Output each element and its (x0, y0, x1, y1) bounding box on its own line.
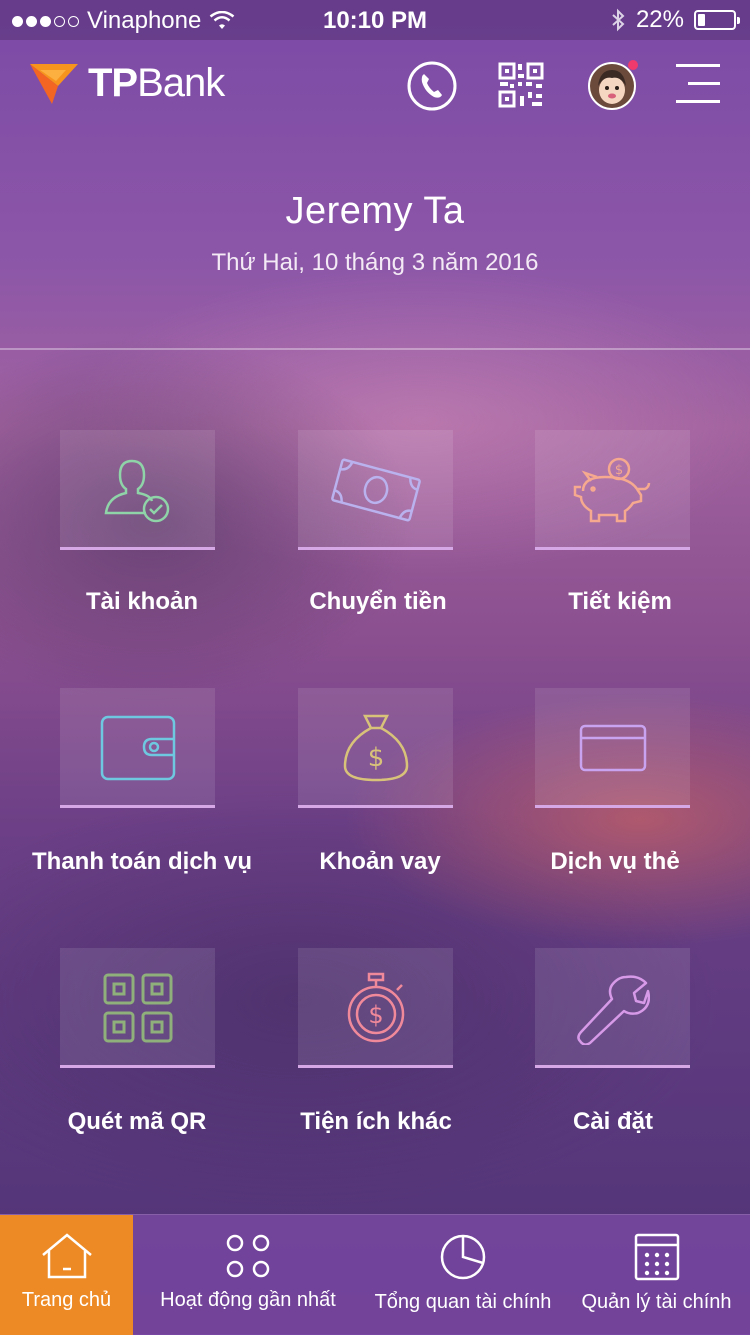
current-date: Thứ Hai, 10 tháng 3 năm 2016 (211, 249, 539, 276)
avatar-face-icon (590, 64, 634, 108)
tile-tien-ich-khac[interactable]: $ (298, 948, 453, 1068)
tile-tai-khoan[interactable] (60, 430, 215, 550)
nav-quan-ly-tai-chinh[interactable]: Quản lý tài chính (563, 1215, 750, 1335)
tile-label: Chuyển tiền (309, 588, 447, 615)
account-icon (104, 459, 169, 523)
user-name: Jeremy Ta (285, 190, 465, 232)
tile-label: Tiết kiệm (568, 588, 672, 615)
nav-label: Hoạt động gần nhất (160, 1289, 336, 1311)
svg-text:$: $ (368, 1001, 383, 1029)
avatar[interactable] (588, 60, 638, 110)
calculator-icon (634, 1233, 679, 1281)
logo-bank: Bank (137, 60, 225, 105)
phone-icon[interactable] (406, 60, 458, 112)
bluetooth-icon (612, 8, 625, 32)
home-icon (41, 1233, 92, 1279)
logo-tp: TP (88, 60, 138, 105)
nav-label: Tổng quan tài chính (374, 1291, 552, 1313)
tile-khoan-vay[interactable]: $ (298, 688, 453, 808)
app-header: TPBank (0, 40, 750, 130)
money-transfer-icon (330, 458, 421, 522)
svg-text:$: $ (367, 743, 384, 773)
tile-label: Quét mã QR (67, 1108, 207, 1135)
tile-chuyen-tien[interactable] (298, 430, 453, 550)
money-bag-icon: $ (343, 714, 408, 782)
qr-scan-icon (103, 973, 172, 1043)
svg-text:$: $ (614, 463, 622, 478)
nav-label: Quản lý tài chính (581, 1291, 732, 1313)
stopwatch-dollar-icon: $ (347, 972, 404, 1043)
grid-dots-icon (226, 1234, 270, 1278)
nav-tong-quan-tai-chinh[interactable]: Tổng quan tài chính (363, 1215, 563, 1335)
tpbank-logo-icon (30, 64, 78, 104)
tile-label: Cài đặt (572, 1108, 653, 1135)
tile-label: Khoản vay (319, 848, 441, 875)
bottom-nav: Trang chủ Hoạt động gần nhất Tổng quan t… (0, 1214, 750, 1335)
nav-label: Trang chủ (21, 1289, 112, 1311)
pie-chart-icon (440, 1234, 486, 1280)
wrench-icon (576, 975, 650, 1045)
tile-quet-ma-qr[interactable] (60, 948, 215, 1068)
tile-tiet-kiem[interactable]: $ (535, 430, 690, 550)
piggy-bank-icon: $ (573, 457, 650, 523)
battery-icon (694, 10, 740, 30)
logo-text: TPBank (88, 60, 225, 106)
card-icon (579, 724, 646, 772)
section-divider (0, 348, 750, 350)
tile-label: Dịch vụ thẻ (550, 848, 680, 875)
tile-label: Thanh toán dịch vụ (32, 848, 252, 875)
tile-label: Tài khoản (85, 588, 199, 615)
status-right: 22% (610, 6, 740, 34)
battery-percent: 22% (635, 6, 684, 33)
notification-dot (628, 60, 638, 70)
tile-dich-vu-the[interactable] (535, 688, 690, 808)
tile-label: Tiện ích khác (300, 1108, 452, 1135)
tile-thanh-toan-dich-vu[interactable] (60, 688, 215, 808)
greeting: Jeremy Ta Thứ Hai, 10 tháng 3 năm 2016 (0, 190, 750, 277)
nav-trang-chu[interactable]: Trang chủ (0, 1215, 133, 1335)
qr-code-icon[interactable] (498, 62, 544, 108)
tile-cai-dat[interactable] (535, 948, 690, 1068)
nav-hoat-dong-gan-nhat[interactable]: Hoạt động gần nhất (133, 1215, 363, 1335)
avatar-image (588, 62, 636, 110)
wallet-icon (100, 715, 175, 781)
tpbank-logo[interactable]: TPBank (28, 60, 225, 106)
menu-icon[interactable] (676, 62, 720, 106)
status-bar: Vinaphone 10:10 PM 22% (0, 0, 750, 40)
